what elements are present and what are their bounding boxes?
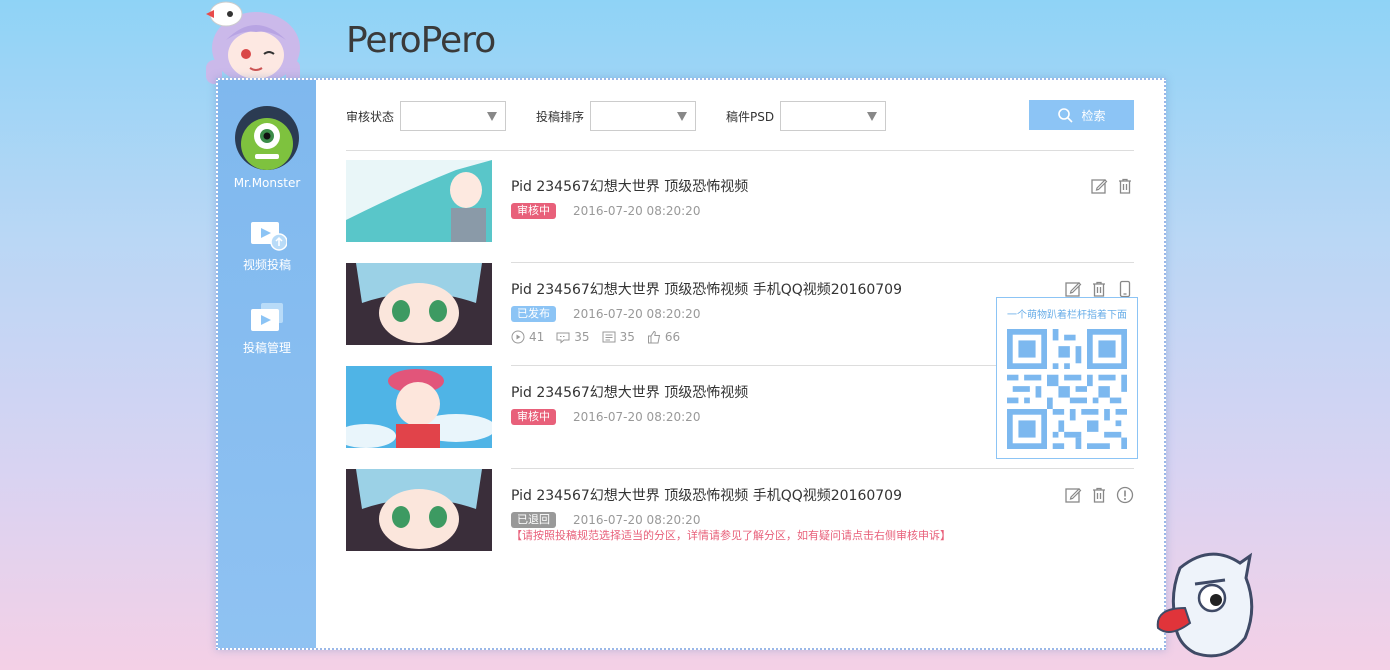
video-date: 2016-07-20 08:20:20	[573, 204, 701, 218]
psd-select[interactable]	[780, 101, 887, 131]
comment-icon	[602, 331, 616, 343]
likes-stat: 66	[647, 330, 680, 344]
chevron-down-icon	[867, 112, 878, 121]
edit-icon[interactable]	[1064, 486, 1082, 504]
video-manage-icon	[247, 301, 287, 335]
mobile-phone-icon[interactable]	[1116, 280, 1134, 298]
video-title[interactable]: Pid 234567幻想大世界 顶级恐怖视频	[511, 176, 748, 196]
sidebar-item-video-upload[interactable]: 视频投稿	[218, 218, 316, 273]
peropero-logo: PeroPero	[346, 20, 496, 61]
edit-icon[interactable]	[1064, 280, 1082, 298]
delete-icon[interactable]	[1090, 486, 1108, 504]
video-date: 2016-07-20 08:20:20	[573, 410, 701, 424]
status-badge: 审核中	[511, 409, 556, 425]
avatar[interactable]	[235, 106, 299, 170]
status-select[interactable]	[400, 101, 507, 131]
mascot-girl-illustration	[186, 0, 306, 86]
video-title[interactable]: Pid 234567幻想大世界 顶级恐怖视频	[511, 382, 748, 402]
video-thumbnail[interactable]	[346, 160, 492, 242]
edit-icon[interactable]	[1090, 177, 1108, 195]
row-actions	[1064, 486, 1134, 504]
danmaku-stat: 35	[556, 330, 590, 344]
thumbs-up-icon	[647, 330, 660, 344]
danmaku-icon	[556, 332, 570, 344]
video-thumbnail[interactable]	[346, 263, 492, 345]
qr-code-image	[1007, 329, 1127, 449]
rejection-notice[interactable]: 【请按照投稿规范选择适当的分区，详情请参见了解分区，如有疑问请点击右侧审核申诉】	[511, 527, 951, 543]
sidebar-item-label: 视频投稿	[242, 258, 291, 272]
list-item: Pid 234567幻想大世界 顶级恐怖视频 审核中 2016-07-20 08…	[346, 160, 1134, 263]
logo-text: PeroPero	[346, 20, 496, 61]
video-upload-icon	[247, 218, 288, 252]
status-badge: 已发布	[511, 306, 556, 322]
list-item: Pid 234567幻想大世界 顶级恐怖视频 手机QQ视频20160709 已退…	[346, 469, 1134, 572]
video-date: 2016-07-20 08:20:20	[573, 307, 701, 321]
search-icon	[1058, 108, 1074, 123]
comments-stat: 35	[602, 330, 635, 344]
appeal-alert-icon[interactable]	[1116, 486, 1134, 504]
sidebar-item-label: 投稿管理	[242, 341, 291, 355]
status-badge: 审核中	[511, 203, 556, 219]
chevron-down-icon	[487, 112, 498, 121]
video-title[interactable]: Pid 234567幻想大世界 顶级恐怖视频 手机QQ视频20160709	[511, 485, 902, 505]
status-badge: 已退回	[511, 512, 556, 528]
video-thumbnail[interactable]	[346, 366, 492, 448]
mascot-monster-illustration	[1150, 548, 1260, 663]
video-stats: 41 35 35 66	[511, 330, 680, 344]
search-button-label: 检索	[1081, 108, 1106, 123]
video-title[interactable]: Pid 234567幻想大世界 顶级恐怖视频 手机QQ视频20160709	[511, 279, 902, 299]
play-count-icon	[511, 330, 525, 344]
delete-icon[interactable]	[1090, 280, 1108, 298]
qr-popup-title: 一个萌物趴着栏杆指着下面	[1007, 310, 1127, 321]
sidebar-item-video-manage[interactable]: 投稿管理	[218, 301, 316, 356]
divider	[346, 150, 1134, 151]
psd-filter-label: 稿件PSD	[726, 109, 775, 124]
sort-select[interactable]	[590, 101, 697, 131]
video-thumbnail[interactable]	[346, 469, 492, 551]
row-actions	[1090, 177, 1134, 195]
filter-bar: 审核状态 投稿排序 稿件PSD 检索	[346, 100, 1134, 132]
row-actions	[1064, 280, 1134, 298]
status-filter-label: 审核状态	[346, 109, 395, 124]
username: Mr.Monster	[233, 176, 301, 190]
video-date: 2016-07-20 08:20:20	[573, 513, 701, 527]
search-button[interactable]: 检索	[1029, 100, 1134, 130]
delete-icon[interactable]	[1116, 177, 1134, 195]
plays-stat: 41	[511, 330, 544, 344]
chevron-down-icon	[677, 112, 688, 121]
qr-code-popup: 一个萌物趴着栏杆指着下面	[996, 297, 1138, 459]
sidebar: Mr.Monster 视频投稿 投稿管理	[218, 80, 316, 648]
sort-filter-label: 投稿排序	[536, 109, 585, 124]
